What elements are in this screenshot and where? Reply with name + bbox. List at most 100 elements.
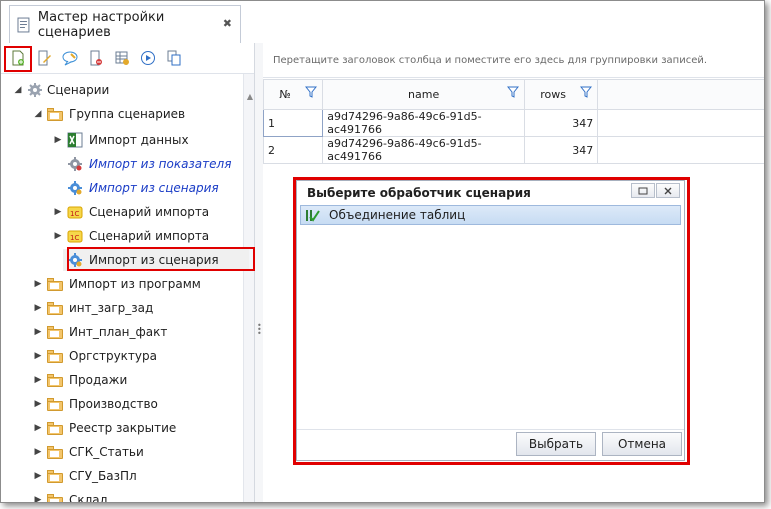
tree-root[interactable]: ◢ Сценарии	[13, 79, 109, 101]
merge-tables-icon	[306, 210, 320, 222]
expand-arrow-icon[interactable]: ▶	[33, 279, 43, 289]
selected-item-highlight	[67, 247, 255, 271]
tree-toolbar	[1, 43, 254, 74]
table-row[interactable]: 1 a9d74296-9a86-49c6-91d5-ac491766 347	[262, 109, 764, 137]
column-header-label: rows	[540, 88, 566, 101]
tree-folder[interactable]: ▶ Продажи	[33, 369, 128, 391]
tree-folder[interactable]: ▶ Склад	[33, 489, 108, 502]
gear-blue-icon	[68, 181, 82, 195]
copy-icon	[167, 50, 181, 66]
folder-icon	[47, 445, 63, 459]
tree-folder[interactable]: ▶ Производство	[33, 393, 158, 415]
1c-icon: 1C	[67, 206, 83, 219]
filter-icon[interactable]	[506, 86, 519, 98]
tree-folder[interactable]: ▶ Импорт из программ	[33, 273, 201, 295]
folder-icon	[47, 301, 63, 315]
cancel-button[interactable]: Отмена	[602, 432, 682, 456]
cell-name[interactable]: a9d74296-9a86-49c6-91d5-ac491766	[322, 136, 525, 164]
folder-icon	[47, 493, 63, 502]
tree-group-label: Группа сценариев	[69, 107, 186, 121]
tree-folder[interactable]: ▶ Оргструктура	[33, 345, 157, 367]
tree-item[interactable]: ▶ 1C Сценарий импорта	[53, 225, 210, 247]
expand-arrow-icon[interactable]: ▶	[53, 231, 63, 241]
panel-splitter[interactable]: • • •	[255, 43, 263, 502]
delete-icon	[90, 50, 102, 66]
expand-arrow-icon[interactable]: ▶	[33, 351, 43, 361]
expand-arrow-icon[interactable]: ▶	[33, 399, 43, 409]
comment-button[interactable]	[61, 49, 79, 67]
column-header-empty	[597, 79, 764, 110]
tab-scenario-wizard[interactable]: Мастер настройки сценариев ✖	[9, 5, 241, 43]
column-header-rows[interactable]: rows	[523, 79, 599, 110]
tree-folder[interactable]: ▶ Инт_план_факт	[33, 321, 168, 343]
expand-arrow-icon[interactable]: ▶	[33, 447, 43, 457]
collapse-arrow-icon[interactable]: ◢	[13, 85, 23, 95]
delete-button[interactable]	[87, 49, 105, 67]
tab-strip: Мастер настройки сценариев ✖	[1, 1, 764, 44]
svg-text:1C: 1C	[70, 234, 79, 242]
tree-folder-label: Оргструктура	[69, 349, 157, 363]
expand-arrow-icon[interactable]: ▶	[33, 495, 43, 502]
group-by-hint: Перетащите заголовок столбца и поместите…	[273, 54, 708, 66]
expand-arrow-icon[interactable]: ▶	[33, 423, 43, 433]
copy-button[interactable]	[165, 49, 183, 67]
settings-button[interactable]	[113, 49, 131, 67]
tree-folder[interactable]: ▶ СГУ_БазПл	[33, 465, 137, 487]
cell-number[interactable]: 1	[262, 109, 324, 137]
cell-rows[interactable]: 347	[523, 136, 599, 164]
expand-arrow-icon[interactable]: ▶	[33, 375, 43, 385]
handler-list-item[interactable]: Объединение таблиц	[300, 205, 681, 225]
column-header-number[interactable]: №	[262, 79, 324, 110]
tree-item[interactable]: Импорт из показателя	[63, 153, 231, 175]
edit-icon	[38, 50, 51, 66]
folder-open-icon	[47, 107, 63, 121]
cell-name[interactable]: a9d74296-9a86-49c6-91d5-ac491766	[322, 109, 525, 137]
grid-header-row: № name rows	[262, 79, 764, 110]
expand-arrow-icon[interactable]: ▶	[33, 327, 43, 337]
edit-button[interactable]	[35, 49, 53, 67]
expand-arrow-icon[interactable]: ▶	[33, 471, 43, 481]
gear-gray-icon	[68, 157, 82, 171]
tree-item-label: Импорт из сценария	[89, 181, 219, 195]
close-icon[interactable]: ✖	[223, 17, 232, 30]
excel-icon	[67, 132, 83, 148]
tab-title: Мастер настройки сценариев	[37, 9, 165, 40]
cell-rows[interactable]: 347	[523, 109, 599, 137]
tree-root-label: Сценарии	[47, 83, 110, 97]
tree-item[interactable]: ▶ 1C Сценарий импорта	[53, 201, 210, 223]
tree-scrollbar[interactable]: ▲	[243, 74, 254, 502]
column-header-name[interactable]: name	[322, 79, 525, 110]
splitter-grip-icon[interactable]: • • •	[257, 322, 262, 338]
tree-item-label: Импорт из показателя	[89, 157, 232, 171]
expand-arrow-icon[interactable]: ▶	[53, 135, 63, 145]
cell-empty	[597, 136, 764, 164]
folder-icon	[47, 277, 63, 291]
tree-group[interactable]: ◢ Группа сценариев	[33, 103, 186, 125]
tree-folder[interactable]: ▶ инт_загр_зад	[33, 297, 154, 319]
run-button[interactable]	[139, 49, 157, 67]
dialog-title: Выберите обработчик сценария	[307, 186, 531, 200]
document-icon	[17, 17, 30, 32]
tree-item[interactable]: Импорт из сценария	[63, 177, 219, 199]
filter-icon[interactable]	[305, 86, 318, 98]
cell-empty	[597, 109, 764, 137]
gear-icon	[28, 83, 42, 97]
cell-number[interactable]: 2	[262, 136, 324, 164]
select-button[interactable]: Выбрать	[516, 432, 596, 456]
expand-arrow-icon[interactable]: ▶	[53, 207, 63, 217]
tree-folder[interactable]: ▶ СГК_Статьи	[33, 441, 144, 463]
filter-icon[interactable]	[580, 86, 593, 98]
scroll-up-arrow-icon[interactable]: ▲	[247, 92, 253, 101]
tree-folder[interactable]: ▶ Реестр закрытие	[33, 417, 177, 439]
tree-item[interactable]: ▶ Импорт данных	[53, 129, 189, 151]
table-row[interactable]: 2 a9d74296-9a86-49c6-91d5-ac491766 347	[262, 136, 764, 164]
expand-arrow-icon[interactable]: ▶	[33, 303, 43, 313]
folder-icon	[47, 325, 63, 339]
scenario-tree-panel: ▲ ◢ Сценарии ◢ Группа сценариев ▶ Импорт…	[1, 43, 255, 502]
dialog-close-button[interactable]	[656, 183, 680, 198]
tree-folder-label: инт_загр_зад	[69, 301, 154, 315]
restore-button[interactable]	[631, 183, 655, 198]
collapse-arrow-icon[interactable]: ◢	[33, 109, 43, 119]
window-frame: Мастер настройки сценариев ✖ ▲ ◢ Сценари…	[0, 0, 765, 503]
group-by-panel[interactable]: Перетащите заголовок столбца и поместите…	[263, 43, 764, 78]
